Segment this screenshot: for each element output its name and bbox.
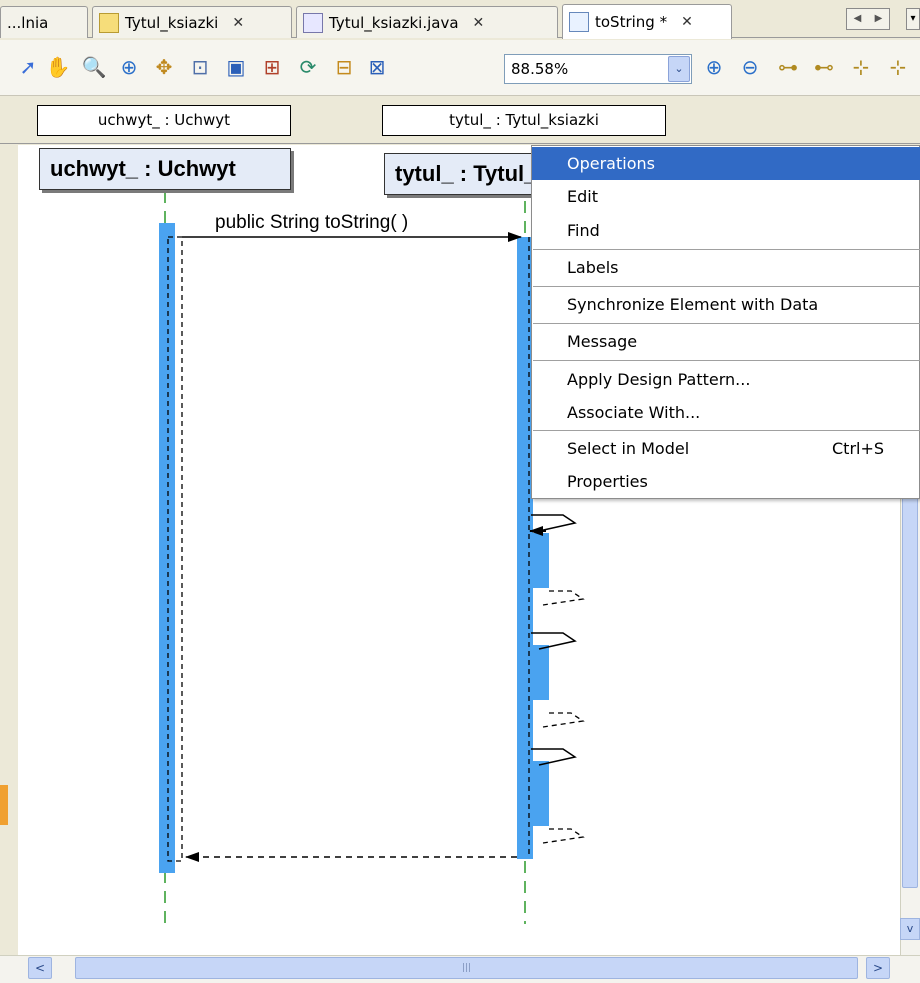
menu-item-find[interactable]: Find (532, 214, 920, 247)
menu-item-operations[interactable]: Operations (532, 147, 920, 180)
lifeline-object-uchwyt[interactable]: uchwyt_ : Uchwyt (39, 148, 291, 190)
menu-separator (533, 286, 920, 287)
expand-icon[interactable]: ⊠ (363, 53, 391, 81)
menu-separator (533, 430, 920, 431)
menu-separator (533, 323, 920, 324)
chevron-down-icon[interactable]: ⌄ (668, 56, 690, 82)
menu-item-synchronize[interactable]: Synchronize Element with Data (532, 288, 920, 321)
menu-item-shortcut: Ctrl+S (832, 439, 885, 458)
diagram-toolbar: 88.58% ⌄ ➚ ✋ 🔍 ⊕ ✥ ⊡ ▣ ⊞ ⟳ ⊟ ⊠ ⊕ ⊖ ⊶ ⊷ ⊹ ⊹ (0, 40, 920, 96)
menu-item-edit[interactable]: Edit (532, 180, 920, 213)
menu-item-label: Message (567, 332, 638, 351)
lifeline-header-uchwyt[interactable]: uchwyt_ : Uchwyt (37, 105, 291, 136)
menu-item-label: Select in Model (567, 439, 690, 458)
sequence-diagram-icon (569, 12, 589, 32)
tab-label: toString * (595, 13, 668, 31)
left-rail-marker (0, 785, 8, 825)
lifeline-header-tytul[interactable]: tytul_ : Tytul_ksiazki (382, 105, 666, 136)
zoom-in-icon[interactable]: ⊕ (115, 53, 143, 81)
self-return-arrow-3[interactable] (542, 828, 585, 844)
menu-item-label: Find (567, 221, 600, 240)
lifeline-header-strip: uchwyt_ : Uchwyt tytul_ : Tytul_ksiazki (0, 96, 920, 144)
zoom-combo[interactable]: 88.58% ⌄ (504, 54, 692, 84)
menu-item-select-in-model[interactable]: Select in Model Ctrl+S (532, 432, 920, 465)
menu-item-label: Edit (567, 187, 598, 206)
java-class-icon (303, 12, 323, 33)
menu-item-label: Labels (567, 258, 619, 277)
select-arrow-icon[interactable]: ➚ (14, 53, 42, 81)
package-icon (99, 12, 119, 33)
tab-tytul-ksiazki[interactable]: Tytul_ksiazki ✕ (92, 6, 292, 38)
hierarchy-icon[interactable]: ⊶ (774, 53, 802, 81)
close-icon[interactable]: ✕ (681, 14, 693, 30)
tab-scroll-buttons[interactable]: ◀ ▶ (846, 8, 890, 30)
menu-item-label: Apply Design Pattern... (567, 370, 751, 389)
menu-item-message[interactable]: Message (532, 325, 920, 358)
zoom-out-glass-icon[interactable]: ⊖ (736, 53, 764, 81)
overview-icon[interactable]: ▣ (222, 53, 250, 81)
menu-item-label: Operations (567, 154, 655, 173)
diagram-tool-icon[interactable]: ⊟ (330, 53, 358, 81)
close-icon[interactable]: ✕ (473, 15, 485, 31)
hierarchy-4-icon[interactable]: ⊹ (884, 53, 912, 81)
scroll-right-icon[interactable]: > (866, 957, 890, 979)
scroll-down-icon[interactable]: v (900, 918, 920, 940)
tab-label: Tytul_ksiazki (125, 13, 219, 32)
close-icon[interactable]: ✕ (232, 15, 244, 31)
hierarchy-2-icon[interactable]: ⊷ (810, 53, 838, 81)
magnifier-icon[interactable]: 🔍 (80, 53, 108, 81)
menu-item-labels[interactable]: Labels (532, 251, 920, 284)
horizontal-scrollbar-thumb[interactable]: ||| (75, 957, 858, 979)
lifeline-object-tytul[interactable]: tytul_ : Tytul_ksiazki (384, 153, 544, 195)
refresh-icon[interactable]: ⟳ (294, 53, 322, 81)
vertical-scrollbar-thumb[interactable] (902, 488, 918, 888)
layout-icon[interactable]: ⊞ (258, 53, 286, 81)
tab-label: ...lnia (7, 13, 49, 32)
self-return-arrow-2[interactable] (542, 712, 585, 728)
menu-item-apply-design-pattern[interactable]: Apply Design Pattern... (532, 363, 920, 396)
tab-label: Tytul_ksiazki.java (329, 13, 459, 32)
menu-separator (533, 360, 920, 361)
tab-tostring[interactable]: toString * ✕ (562, 4, 732, 39)
zoom-value: 88.58% (511, 60, 569, 78)
activation-bar-nested-3[interactable] (533, 761, 549, 826)
fit-page-icon[interactable]: ⊡ (186, 53, 214, 81)
tab-overflow[interactable]: ...lnia (0, 6, 88, 38)
zoom-in-glass-icon[interactable]: ⊕ (700, 53, 728, 81)
tab-scroll-right-icon[interactable]: ▶ (868, 9, 889, 29)
self-return-arrow-1[interactable] (542, 590, 585, 606)
context-menu: Operations Edit Find Labels Synchronize … (531, 145, 920, 499)
editor-tab-bar: ...lnia Tytul_ksiazki ✕ Tytul_ksiazki.ja… (0, 0, 920, 39)
menu-item-label: Synchronize Element with Data (567, 295, 819, 314)
tab-tytul-ksiazki-java[interactable]: Tytul_ksiazki.java ✕ (296, 6, 558, 38)
tab-list-dropdown-icon[interactable]: ▾ (906, 8, 920, 30)
menu-item-label: Properties (567, 472, 648, 491)
activation-bar-nested-1[interactable] (533, 533, 549, 588)
menu-separator (533, 249, 920, 250)
message-label-tostring[interactable]: public String toString( ) (215, 212, 408, 234)
activation-bar-nested-2[interactable] (533, 645, 549, 700)
self-call-arrow-1[interactable] (531, 514, 577, 532)
tab-scroll-left-icon[interactable]: ◀ (847, 9, 868, 29)
hierarchy-3-icon[interactable]: ⊹ (847, 53, 875, 81)
scroll-left-icon[interactable]: < (28, 957, 52, 979)
hand-pan-icon[interactable]: ✋ (44, 53, 72, 81)
move-icon[interactable]: ✥ (150, 53, 178, 81)
left-rail (0, 145, 18, 955)
menu-item-properties[interactable]: Properties (532, 465, 920, 498)
menu-item-label: Associate With... (567, 403, 701, 422)
menu-item-associate-with[interactable]: Associate With... (532, 396, 920, 429)
activation-bar-uchwyt[interactable] (159, 223, 175, 873)
